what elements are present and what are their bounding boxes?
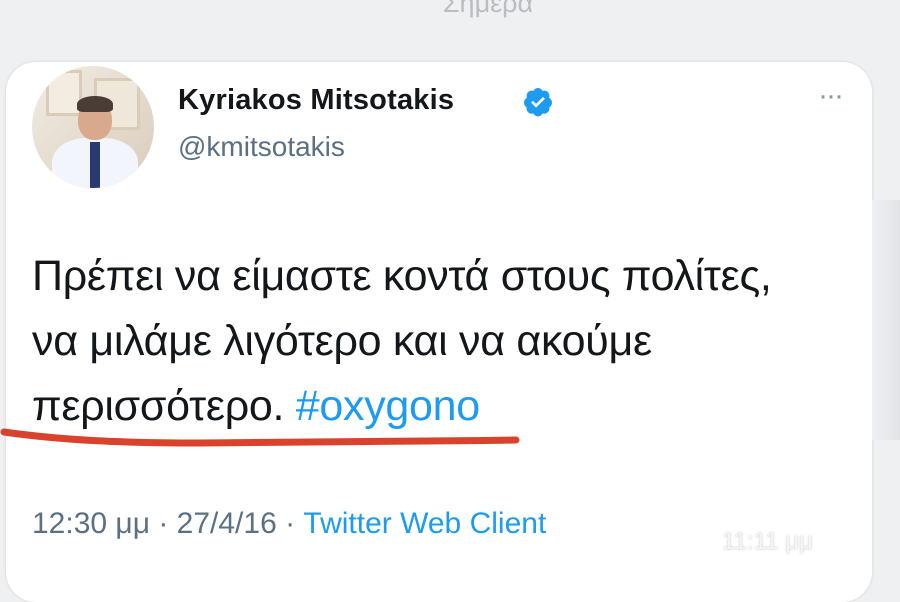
hashtag-link[interactable]: #oxygono bbox=[296, 382, 480, 430]
tweet-meta: 12:30 μμ · 27/4/16 · Twitter Web Client bbox=[32, 507, 546, 541]
message-timestamp: 11:11 μμ bbox=[722, 528, 813, 555]
day-label: Σημερα bbox=[442, 0, 534, 18]
edge-shadow bbox=[872, 200, 900, 440]
tweet-client[interactable]: Twitter Web Client bbox=[303, 507, 546, 540]
tweet-time: 12:30 μμ bbox=[32, 507, 150, 540]
author-handle[interactable]: @kmitsotakis bbox=[178, 131, 345, 163]
avatar[interactable] bbox=[32, 66, 154, 188]
more-options-icon[interactable]: ··· bbox=[818, 81, 844, 111]
red-underline-annotation bbox=[0, 428, 520, 447]
meta-separator: · bbox=[149, 507, 177, 540]
tweet-date: 27/4/16 bbox=[176, 507, 277, 540]
meta-separator: · bbox=[276, 507, 304, 540]
verified-badge-icon bbox=[524, 88, 552, 117]
author-name[interactable]: Kyriakos Mitsotakis bbox=[178, 84, 454, 117]
tweet-text: Πρέπει να είμαστε κοντά στους πολίτες, ν… bbox=[32, 244, 822, 439]
